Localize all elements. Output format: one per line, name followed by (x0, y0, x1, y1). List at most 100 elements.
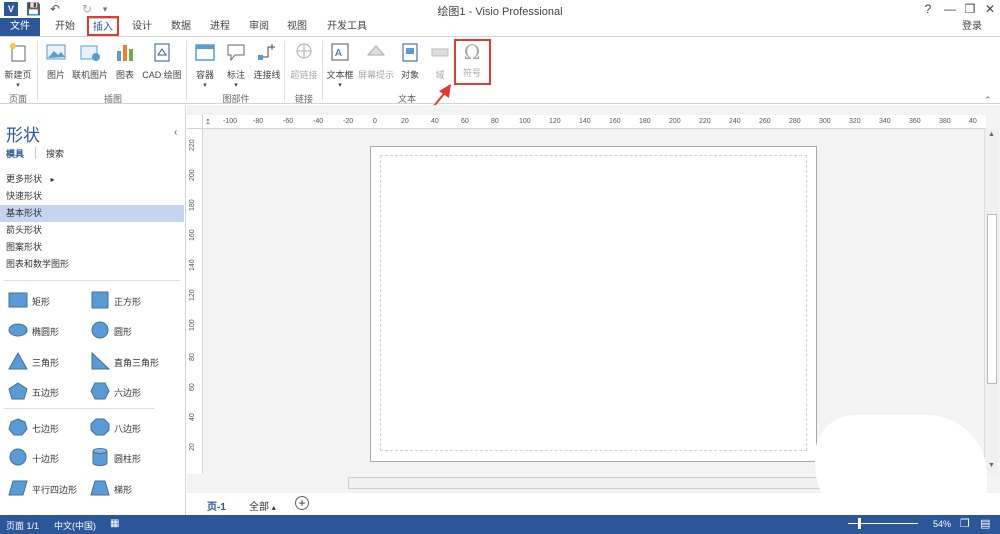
cad-drawing-button[interactable]: CAD 绘图 (141, 41, 183, 81)
pentagon-icon (8, 382, 28, 400)
category-basic-shapes[interactable]: 基本形状 (0, 205, 184, 222)
category-pattern-shapes[interactable]: 图案形状 (0, 239, 184, 256)
trapezoid-icon (90, 480, 110, 496)
ribbon: 新建页 ▾ 页面 图片 联机图片 图表 CAD 绘图 插图 容器 ▾ 标注 ▾ … (0, 36, 1000, 105)
ribbon-tabs: 文件 开始 插入 设计 数据 进程 审阅 视图 开发工具 登录 (0, 16, 1000, 36)
tab-view[interactable]: 视图 (280, 18, 314, 36)
category-arrow-shapes[interactable]: 箭头形状 (0, 222, 184, 239)
scroll-up-icon[interactable]: ▲ (988, 131, 995, 138)
ruler-corner (187, 115, 203, 129)
new-page-icon (10, 43, 26, 62)
collapse-panel-icon[interactable]: ‹ (174, 127, 177, 138)
container-icon (195, 44, 215, 61)
group-label-diagram-parts: 图部件 (222, 94, 250, 104)
caret-up-icon: ▴ (271, 503, 276, 512)
tab-data[interactable]: 数据 (164, 18, 198, 36)
ruler-tick-label: 40 (431, 118, 439, 125)
ruler-tick-label: 40 (969, 118, 977, 125)
add-page-button[interactable]: + (295, 496, 309, 510)
shape-label: 八边形 (114, 424, 142, 434)
ruler-tick-label: 160 (609, 118, 621, 125)
all-pages-label: 全部 (249, 502, 269, 513)
screentip-button[interactable]: 屏幕提示 (357, 41, 395, 81)
rectangle-icon (8, 292, 28, 308)
switch-windows-icon[interactable]: ▤ (980, 517, 990, 530)
cad-label: CAD 绘图 (142, 70, 182, 80)
triangle-icon (8, 352, 28, 370)
picture-button[interactable]: 图片 (44, 41, 68, 81)
right-triangle-icon (91, 352, 110, 370)
callout-button[interactable]: 标注 ▾ (224, 41, 248, 89)
callout-label: 标注 (226, 70, 245, 80)
ruler-tick-label: 120 (189, 289, 196, 301)
tab-design[interactable]: 设计 (125, 18, 159, 36)
more-shapes-menu[interactable]: 更多形状 ▸ (0, 171, 184, 188)
language-indicator[interactable]: 中文(中国) (54, 519, 96, 532)
cad-icon (154, 43, 170, 62)
panel-title: 形状 (6, 126, 40, 145)
online-picture-button[interactable]: 联机图片 (71, 41, 109, 81)
category-quick-shapes[interactable]: 快速形状 (0, 188, 184, 205)
decagon-icon (9, 448, 27, 466)
group-label-illustrations: 插图 (103, 94, 122, 104)
textbox-button[interactable]: A 文本框 ▾ (326, 41, 354, 89)
ruler-tick-label: 100 (519, 118, 531, 125)
connector-icon (258, 44, 275, 60)
container-button[interactable]: 容器 ▾ (193, 41, 217, 89)
hyperlink-button[interactable]: 超链接 (288, 41, 320, 81)
macro-record-icon[interactable]: ▦ (110, 518, 119, 529)
page-tab-1[interactable]: 页-1 (207, 498, 226, 513)
divider (4, 280, 180, 281)
all-pages-menu[interactable]: 全部 ▴ (249, 498, 276, 513)
globe-icon (296, 43, 312, 59)
scroll-down-icon[interactable]: ▼ (988, 462, 995, 469)
ruler-tick-label: 240 (729, 118, 741, 125)
chart-button[interactable]: 图表 (113, 41, 137, 81)
shape-label: 正方形 (114, 297, 142, 307)
tab-stencils[interactable]: 模具 (6, 147, 24, 160)
scrollbar-thumb[interactable] (987, 214, 997, 384)
tab-file[interactable]: 文件 (0, 18, 40, 36)
new-page-button[interactable]: 新建页 ▾ (3, 41, 33, 89)
tab-developer[interactable]: 开发工具 (320, 18, 374, 36)
tab-review[interactable]: 审阅 (242, 18, 276, 36)
divider (35, 147, 36, 159)
category-chart-math-shapes[interactable]: 图表和数学图形 (0, 256, 184, 273)
group-divider (284, 41, 285, 101)
tab-process[interactable]: 进程 (203, 18, 237, 36)
fit-page-icon[interactable]: ❐ (960, 517, 970, 530)
ruler-tick-label: 20 (189, 443, 196, 451)
heptagon-icon (8, 418, 28, 436)
close-icon[interactable]: ✕ (978, 0, 1000, 18)
svg-text:A: A (335, 48, 342, 59)
help-button[interactable]: ? (916, 0, 940, 18)
ruler-tick-label: -80 (253, 118, 264, 125)
vertical-scrollbar[interactable]: ▲ ▼ (984, 129, 998, 474)
object-button[interactable]: 对象 (398, 41, 422, 81)
picture-label: 图片 (46, 70, 65, 80)
ruler-tick-label: 200 (189, 169, 196, 181)
zoom-slider-thumb[interactable] (858, 518, 861, 529)
ruler-tick-label: 320 (849, 118, 861, 125)
zoom-level[interactable]: 54% (933, 519, 951, 529)
sign-in-link[interactable]: 登录 (955, 18, 989, 36)
tab-home[interactable]: 开始 (48, 18, 82, 36)
ruler-tick-label: -100 (223, 118, 238, 125)
page-indicator[interactable]: 页面 1/1 (6, 519, 39, 532)
picture-icon (46, 44, 66, 60)
vertical-ruler: 220 200 180 160 140 120 100 80 60 40 20 (187, 129, 203, 474)
parallelogram-icon (8, 480, 28, 496)
ruler-tick-label: 200 (669, 118, 681, 125)
field-button[interactable]: 域 (428, 41, 452, 81)
connector-button[interactable]: 连接线 (252, 41, 282, 81)
group-label-page: 页面 (8, 94, 27, 104)
tab-search[interactable]: 搜索 (46, 147, 64, 160)
ruler-tick-label: 120 (549, 118, 561, 125)
ruler-tick-label: 140 (189, 259, 196, 271)
ruler-tick-label: 60 (461, 118, 469, 125)
shape-label: 圆形 (114, 327, 133, 337)
status-bar: 页面 1/1 中文(中国) ▦ 54% ❐ ▤ (0, 515, 1000, 534)
drawing-page[interactable] (370, 146, 817, 462)
circle-icon (91, 321, 109, 339)
new-page-label: 新建页 (4, 70, 32, 80)
